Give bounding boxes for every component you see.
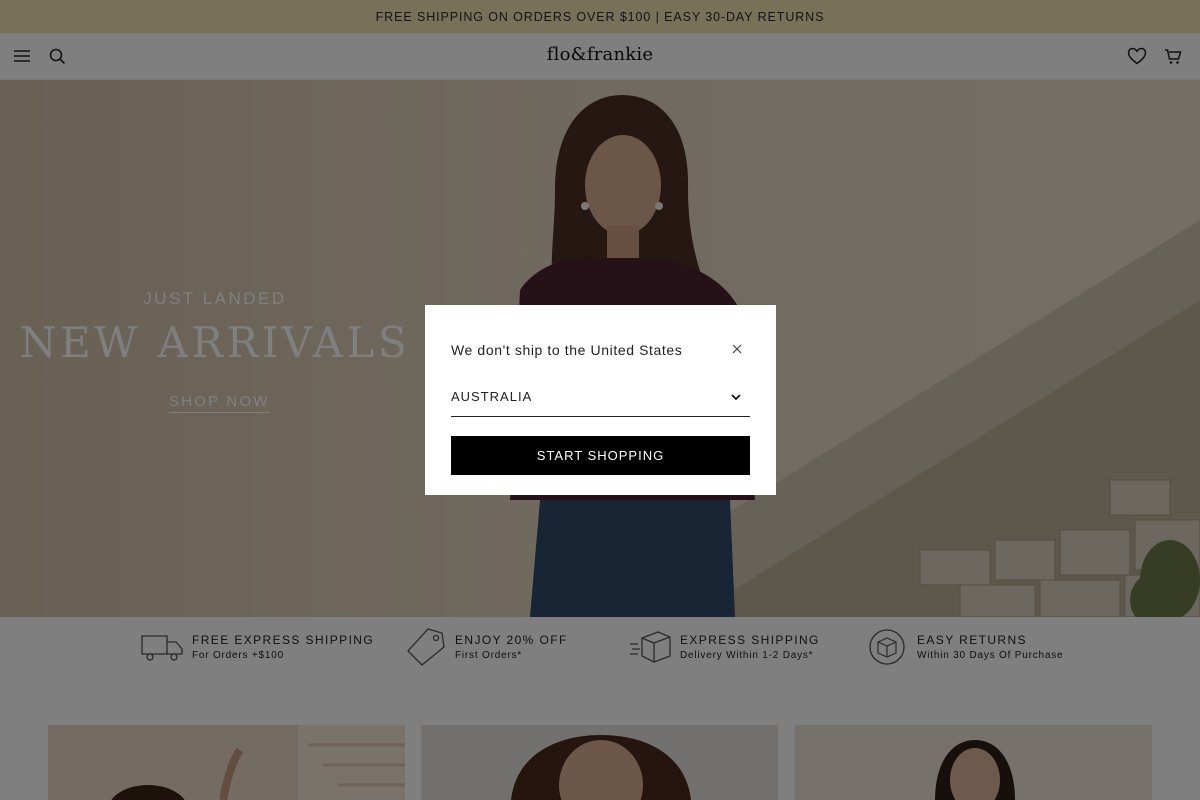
- start-shopping-button[interactable]: START SHOPPING: [451, 436, 750, 475]
- country-select-value: AUSTRALIA: [451, 389, 533, 404]
- chevron-down-icon: [731, 394, 741, 401]
- shipping-country-modal: We don't ship to the United States AUSTR…: [425, 305, 776, 495]
- modal-message: We don't ship to the United States: [451, 342, 683, 358]
- close-icon[interactable]: [728, 340, 746, 358]
- country-select[interactable]: AUSTRALIA: [451, 383, 750, 417]
